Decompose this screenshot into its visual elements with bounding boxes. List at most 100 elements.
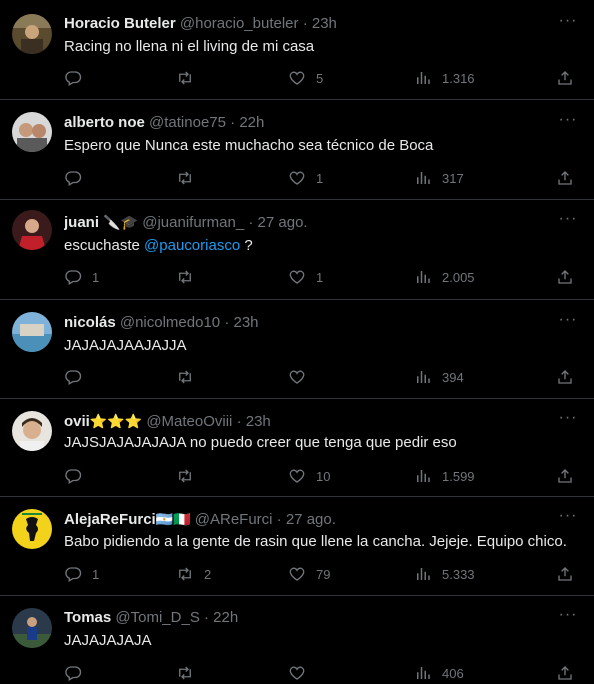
avatar[interactable]: [12, 14, 52, 54]
more-icon[interactable]: ···: [558, 607, 578, 628]
like-button[interactable]: 1: [288, 267, 323, 287]
tweet[interactable]: Tomas @Tomi_D_S · 22h ··· JAJAJAJAJA 406: [0, 596, 594, 684]
tweet[interactable]: alberto noe @tatinoe75 · 22h ··· Espero …: [0, 100, 594, 200]
action-bar: 1 2 79 5.333: [64, 564, 580, 584]
share-button[interactable]: [556, 168, 574, 188]
reply-button[interactable]: [64, 68, 92, 88]
reply-button[interactable]: 1: [64, 564, 99, 584]
user-handle[interactable]: @AReFurci: [195, 511, 273, 528]
views-icon: [417, 470, 430, 482]
display-name[interactable]: nicolás: [64, 314, 116, 331]
retweet-button[interactable]: [176, 367, 204, 387]
views-button[interactable]: 1.316: [414, 68, 475, 88]
reply-button[interactable]: [64, 663, 92, 683]
timestamp[interactable]: 23h: [234, 314, 259, 331]
reply-button[interactable]: [64, 168, 92, 188]
share-button[interactable]: [556, 663, 574, 683]
more-icon[interactable]: ···: [558, 508, 578, 529]
like-button[interactable]: 1: [288, 168, 323, 188]
like-button[interactable]: [288, 663, 316, 683]
timestamp[interactable]: 23h: [312, 15, 337, 32]
more-icon[interactable]: ···: [558, 312, 578, 333]
retweet-icon: [179, 270, 191, 284]
reply-icon: [65, 370, 82, 385]
share-icon: [558, 469, 572, 483]
avatar[interactable]: [12, 312, 52, 352]
user-handle[interactable]: @juanifurman_: [142, 214, 244, 231]
like-button[interactable]: [288, 367, 316, 387]
retweet-icon: [179, 370, 191, 384]
retweet-button[interactable]: [176, 68, 204, 88]
tweet-text: JAJAJAJAJA: [64, 631, 578, 651]
tweet-text: JAJAJAJAAJAJJA: [64, 336, 578, 356]
user-handle[interactable]: @MateoOviii: [146, 413, 232, 430]
timestamp[interactable]: 27 ago.: [286, 511, 336, 528]
tweet-text-content: Espero que Nunca este muchacho sea técni…: [64, 137, 434, 154]
more-icon[interactable]: ···: [558, 211, 578, 232]
avatar[interactable]: [12, 509, 52, 549]
more-icon[interactable]: ···: [558, 410, 578, 431]
user-handle[interactable]: @horacio_buteler: [180, 15, 299, 32]
like-button[interactable]: 79: [288, 564, 330, 584]
like-count: 79: [316, 566, 331, 582]
reply-button[interactable]: [64, 367, 92, 387]
share-button[interactable]: [556, 267, 574, 287]
separator-dot: ·: [224, 314, 230, 331]
view-count: 317: [442, 170, 464, 186]
timestamp[interactable]: 27 ago.: [258, 214, 308, 231]
tweet[interactable]: ovii⭐⭐⭐ @MateoOviii · 23h ··· JAJSJAJAJA…: [0, 399, 594, 497]
avatar[interactable]: [12, 210, 52, 250]
views-button[interactable]: 2.005: [414, 267, 475, 287]
name-emoji-badges: ⭐⭐⭐: [89, 413, 143, 429]
display-name[interactable]: AlejaReFurci: [64, 511, 156, 528]
views-button[interactable]: 5.333: [414, 564, 475, 584]
avatar[interactable]: [12, 608, 52, 648]
more-icon[interactable]: ···: [558, 13, 578, 34]
share-button[interactable]: [556, 466, 574, 486]
timestamp[interactable]: 22h: [213, 609, 238, 626]
avatar[interactable]: [12, 411, 52, 451]
reply-button[interactable]: [64, 466, 92, 486]
share-button[interactable]: [556, 68, 574, 88]
user-handle[interactable]: @nicolmedo10: [120, 314, 220, 331]
tweet[interactable]: juani 🔪🎓 @juanifurman_ · 27 ago. ··· esc…: [0, 200, 594, 300]
timestamp[interactable]: 23h: [246, 413, 271, 430]
like-button[interactable]: 10: [288, 466, 330, 486]
mention-link[interactable]: @paucoriasco: [144, 237, 240, 254]
retweet-icon: [179, 469, 191, 483]
timestamp[interactable]: 22h: [239, 114, 264, 131]
tweet-text: Espero que Nunca este muchacho sea técni…: [64, 136, 578, 156]
like-count: 1: [316, 269, 324, 285]
retweet-button[interactable]: [176, 168, 204, 188]
tweet[interactable]: nicolás @nicolmedo10 · 23h ··· JAJAJAJAA…: [0, 300, 594, 399]
more-icon[interactable]: ···: [558, 112, 578, 133]
user-handle[interactable]: @tatinoe75: [149, 114, 226, 131]
views-button[interactable]: 1.599: [414, 466, 475, 486]
share-button[interactable]: [556, 564, 574, 584]
share-icon: [558, 71, 572, 85]
views-button[interactable]: 317: [414, 168, 464, 188]
share-button[interactable]: [556, 367, 574, 387]
avatar[interactable]: [12, 112, 52, 152]
display-name[interactable]: Tomas: [64, 609, 111, 626]
retweet-button[interactable]: 2: [176, 564, 211, 584]
display-name[interactable]: alberto noe: [64, 114, 145, 131]
display-name[interactable]: ovii: [64, 413, 90, 430]
heart-icon: [289, 469, 305, 483]
views-icon: [417, 172, 430, 184]
display-name[interactable]: Horacio Buteler: [64, 15, 176, 32]
tweet[interactable]: AlejaReFurci🇦🇷🇮🇹 @AReFurci · 27 ago. ···…: [0, 497, 594, 596]
like-button[interactable]: 5: [288, 68, 323, 88]
display-name[interactable]: juani: [64, 214, 99, 231]
retweet-button[interactable]: [176, 466, 204, 486]
view-count: 5.333: [442, 566, 475, 582]
tweet[interactable]: Horacio Buteler @horacio_buteler · 23h ·…: [0, 0, 594, 100]
views-button[interactable]: 394: [414, 367, 464, 387]
view-count: 1.316: [442, 70, 475, 86]
retweet-button[interactable]: [176, 663, 204, 683]
reply-button[interactable]: 1: [64, 267, 99, 287]
views-icon: [417, 72, 430, 84]
user-handle[interactable]: @Tomi_D_S: [115, 609, 199, 626]
views-button[interactable]: 406: [414, 663, 464, 683]
retweet-button[interactable]: [176, 267, 204, 287]
